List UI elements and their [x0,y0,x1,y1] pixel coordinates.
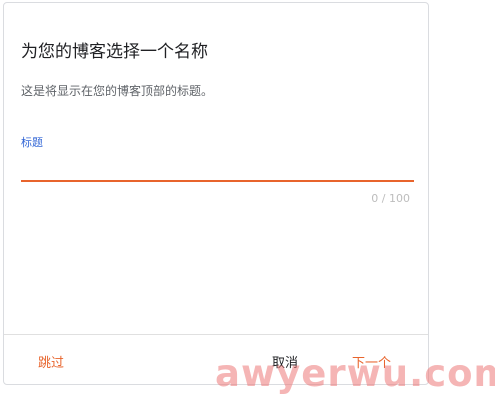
input-underline [21,180,414,182]
character-counter: 0 / 100 [371,192,410,205]
blog-title-input[interactable] [21,151,414,181]
next-button[interactable]: 下一个 [352,352,391,371]
blog-name-dialog: 为您的博客选择一个名称 这是将显示在您的博客顶部的标题。 标题 0 / 100 [3,2,429,385]
page: 为您的博客选择一个名称 这是将显示在您的博客顶部的标题。 标题 0 / 100 … [0,0,495,409]
cancel-button[interactable]: 取消 [272,352,298,371]
footer-divider [4,334,428,335]
dialog-subtitle: 这是将显示在您的博客顶部的标题。 [21,84,214,98]
dialog-title: 为您的博客选择一个名称 [21,42,208,62]
skip-button[interactable]: 跳过 [38,352,64,371]
title-field-label: 标题 [21,136,43,149]
